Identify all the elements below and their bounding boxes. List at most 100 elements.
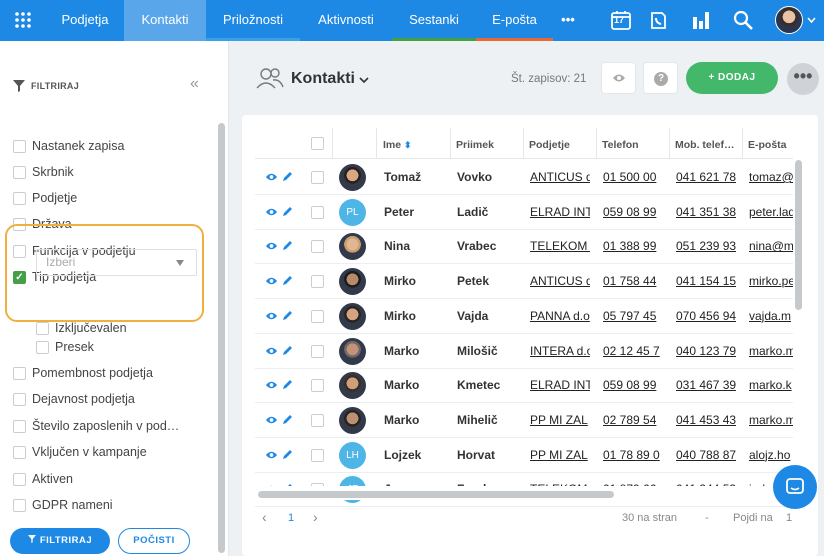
table-row[interactable]: LH Lojzek Horvat PP MI ZAL 01 78 89 0 04…: [255, 438, 793, 473]
user-avatar[interactable]: [775, 6, 803, 34]
chevron-down-icon[interactable]: [807, 17, 816, 24]
edit-pencil-icon[interactable]: [282, 414, 293, 425]
cell-podjetje-link[interactable]: TELEKOM S: [530, 229, 590, 263]
go-to-page-input[interactable]: 1: [786, 512, 792, 524]
cell-eposta-link[interactable]: marko.k: [749, 368, 793, 402]
edit-pencil-icon[interactable]: [282, 171, 293, 182]
cell-telefon-link[interactable]: 01 758 44: [603, 264, 663, 298]
row-checkbox[interactable]: [311, 379, 324, 393]
collapse-sidebar-button[interactable]: «: [190, 75, 199, 93]
view-eye-icon[interactable]: [265, 346, 278, 356]
cell-telefon-link[interactable]: 059 08 99: [603, 368, 663, 402]
edit-pencil-icon[interactable]: [282, 379, 293, 390]
checkbox[interactable]: [13, 392, 26, 406]
filter-kampanje[interactable]: Vključen v kampanje: [13, 444, 147, 460]
apps-grid-icon[interactable]: [14, 11, 32, 29]
bar-chart-icon[interactable]: [690, 9, 712, 31]
cell-mob-link[interactable]: 041 351 38: [676, 195, 737, 229]
prev-page-button[interactable]: ‹: [262, 509, 267, 525]
cell-telefon-link[interactable]: 05 797 45: [603, 299, 663, 333]
page-title[interactable]: Kontakti: [291, 70, 355, 88]
table-row[interactable]: Tomaž Vovko ANTICUS d 01 500 00 041 621 …: [255, 160, 793, 195]
current-page[interactable]: 1: [288, 512, 294, 524]
add-contact-button[interactable]: + DODAJ: [686, 62, 778, 94]
row-checkbox[interactable]: [311, 171, 324, 184]
view-eye-icon[interactable]: [265, 450, 278, 460]
cell-podjetje-link[interactable]: INTERA d.o: [530, 334, 590, 368]
tab-podjetja[interactable]: Podjetja: [46, 0, 124, 41]
checkbox[interactable]: [13, 366, 26, 380]
cell-podjetje-link[interactable]: PP MI ZAL: [530, 438, 590, 472]
select-all-checkbox[interactable]: [311, 137, 324, 150]
checkbox[interactable]: [36, 321, 49, 335]
checkbox[interactable]: [13, 419, 26, 433]
cell-podjetje-link[interactable]: ANTICUS d: [530, 264, 590, 298]
cell-telefon-link[interactable]: 01 78 89 0: [603, 438, 663, 472]
checkbox[interactable]: [13, 165, 26, 179]
table-row[interactable]: Marko Kmetec ELRAD INT 059 08 99 031 467…: [255, 368, 793, 404]
cell-podjetje-link[interactable]: ELRAD INT: [530, 195, 590, 229]
table-row[interactable]: Mirko Vajda PANNA d.o 05 797 45 070 456 …: [255, 299, 793, 334]
view-eye-icon[interactable]: [265, 207, 278, 217]
chat-button[interactable]: [773, 465, 817, 509]
cell-telefon-link[interactable]: 059 08 99: [603, 195, 663, 229]
per-page-select[interactable]: 30 na stran: [622, 512, 677, 524]
view-eye-icon[interactable]: [265, 172, 278, 182]
cell-mob-link[interactable]: 051 239 93: [676, 229, 737, 263]
cell-eposta-link[interactable]: marko.m: [749, 403, 793, 437]
cell-mob-link[interactable]: 070 456 94: [676, 299, 737, 333]
column-header-priimek[interactable]: Priimek: [456, 139, 494, 151]
cell-telefon-link[interactable]: 02 789 54: [603, 403, 663, 437]
clear-button[interactable]: POČISTI: [118, 528, 190, 554]
view-toggle-button[interactable]: [601, 62, 636, 94]
row-checkbox[interactable]: [311, 275, 324, 289]
column-header-eposta[interactable]: E-pošta: [748, 139, 787, 151]
cell-eposta-link[interactable]: mirko.pe: [749, 264, 793, 298]
next-page-button[interactable]: ›: [313, 509, 318, 525]
column-header-mob[interactable]: Mob. telef…: [675, 139, 735, 151]
row-checkbox[interactable]: [311, 240, 324, 254]
checkbox[interactable]: [13, 139, 26, 153]
option-izkljucevalen[interactable]: Izključevalen: [36, 320, 127, 336]
filter-pomembnost[interactable]: Pomembnost podjetja: [13, 365, 153, 381]
filter-stevilo-zaposlenih[interactable]: Število zaposlenih v pod…: [13, 418, 179, 434]
edit-pencil-icon[interactable]: [282, 345, 293, 356]
view-eye-icon[interactable]: [265, 241, 278, 251]
view-eye-icon[interactable]: [265, 311, 278, 321]
checkbox[interactable]: [36, 340, 49, 354]
horizontal-scrollbar[interactable]: [258, 491, 614, 498]
checkbox[interactable]: [13, 191, 26, 205]
row-checkbox[interactable]: [311, 413, 324, 427]
cell-mob-link[interactable]: 041 453 43: [676, 403, 737, 437]
column-header-ime[interactable]: Ime ⬍: [383, 139, 412, 151]
cell-podjetje-link[interactable]: ANTICUS d: [530, 160, 590, 194]
row-checkbox[interactable]: [311, 448, 324, 462]
tab-aktivnosti[interactable]: Aktivnosti: [300, 0, 392, 41]
edit-pencil-icon[interactable]: [282, 275, 293, 286]
edit-pencil-icon[interactable]: [282, 449, 293, 460]
cell-mob-link[interactable]: 031 467 39: [676, 368, 737, 402]
table-row[interactable]: Marko Mihelič PP MI ZAL 02 789 54 041 45…: [255, 403, 793, 438]
view-eye-icon[interactable]: [265, 276, 278, 286]
filter-dejavnost[interactable]: Dejavnost podjetja: [13, 391, 135, 407]
cell-mob-link[interactable]: 041 621 78: [676, 160, 737, 194]
checkbox[interactable]: [13, 445, 26, 459]
cell-telefon-link[interactable]: 01 500 00: [603, 160, 663, 194]
cell-eposta-link[interactable]: tomaz@: [749, 160, 793, 194]
sidebar-scrollbar[interactable]: [218, 123, 225, 553]
cell-mob-link[interactable]: 040 123 79: [676, 334, 737, 368]
view-eye-icon[interactable]: [265, 380, 278, 390]
row-checkbox[interactable]: [311, 205, 324, 219]
cell-podjetje-link[interactable]: PANNA d.o: [530, 299, 590, 333]
table-row[interactable]: Marko Milošič INTERA d.o 02 12 45 7 040 …: [255, 334, 793, 369]
more-actions-button[interactable]: •••: [787, 63, 819, 95]
more-tabs-button[interactable]: •••: [553, 0, 583, 41]
help-button[interactable]: ?: [643, 62, 678, 94]
filter-gdpr[interactable]: GDPR nameni: [13, 497, 113, 513]
tab-priloznosti[interactable]: Priložnosti: [206, 0, 300, 41]
table-row[interactable]: Mirko Petek ANTICUS d 01 758 44 041 154 …: [255, 264, 793, 300]
option-presek[interactable]: Presek: [36, 339, 94, 355]
row-checkbox[interactable]: [311, 344, 324, 358]
checkbox[interactable]: [13, 498, 26, 512]
row-checkbox[interactable]: [311, 309, 324, 323]
